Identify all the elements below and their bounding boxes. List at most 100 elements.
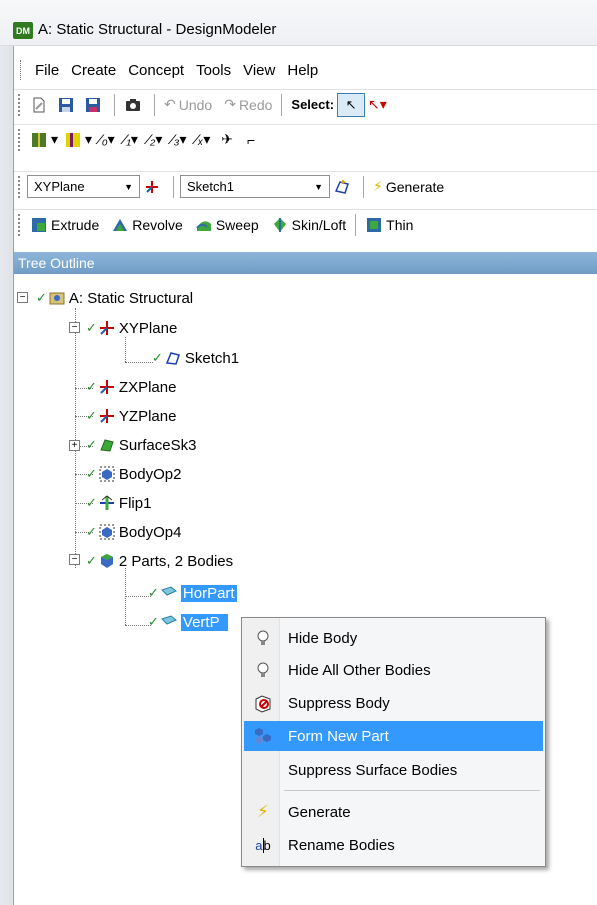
menu-item-hide-all-other-bodies[interactable]: Hide All Other Bodies xyxy=(244,655,543,685)
tree-node-parts-bodies[interactable]: ✓ 2 Parts, 2 Bodies xyxy=(86,548,233,574)
tree-connector xyxy=(125,362,153,363)
checkmark-icon: ✓ xyxy=(86,408,97,423)
menu-grip[interactable] xyxy=(20,60,23,80)
menu-view[interactable]: View xyxy=(237,62,281,79)
menu-item-generate[interactable]: ⚡ Generate xyxy=(244,797,543,827)
plane-sketch-toolbar: XYPlane ▼ Sketch1 ▼ ⚡ Generate xyxy=(14,171,597,201)
generate-button[interactable]: ⚡ Generate xyxy=(370,175,447,199)
menu-concept[interactable]: Concept xyxy=(122,62,190,79)
extended-tool-dropdown[interactable]: ⁄ₓ▾ xyxy=(191,128,215,152)
new-plane-button[interactable] xyxy=(140,175,167,199)
extrude-label: Extrude xyxy=(51,216,100,233)
toolbar-grip[interactable] xyxy=(18,93,21,116)
save-button[interactable] xyxy=(54,93,81,117)
rename-icon: ab xyxy=(255,837,271,853)
menu-help[interactable]: Help xyxy=(281,62,324,79)
menu-file[interactable]: File xyxy=(29,62,65,79)
tree-node-label: BodyOp4 xyxy=(118,523,182,541)
line-tool-dropdown[interactable]: ⁄₁▾ xyxy=(119,128,143,152)
menu-item-hide-body[interactable]: Hide Body xyxy=(244,623,543,653)
window-titlebar[interactable]: DM A: Static Structural - DesignModeler xyxy=(0,0,597,46)
window-title: A: Static Structural - DesignModeler xyxy=(38,21,277,38)
chevron-down-icon: ▼ xyxy=(124,181,133,192)
select-filter-dropdown[interactable]: ↖▾ xyxy=(365,93,390,117)
plane-icon xyxy=(99,321,114,335)
plane-axes-icon xyxy=(146,180,158,193)
save-icon xyxy=(59,97,73,112)
select-mode-button[interactable]: ↖ xyxy=(337,92,366,117)
checkmark-icon: ✓ xyxy=(152,350,163,365)
extrude-button[interactable]: Extrude xyxy=(27,213,102,237)
menu-item-suppress-surface-bodies[interactable]: Suppress Surface Bodies xyxy=(244,755,543,785)
tree-node-xyplane[interactable]: ✓ XYPlane xyxy=(86,315,177,341)
thin-surface-button[interactable]: Thin xyxy=(362,213,416,237)
collapse-toggle[interactable]: − xyxy=(69,554,80,565)
menu-create[interactable]: Create xyxy=(65,62,122,79)
surface-body-icon xyxy=(160,586,177,596)
body-operation-icon xyxy=(99,524,115,540)
face-tool-dropdown[interactable]: ⁄₃▾ xyxy=(167,128,191,152)
tree-node-label: 2 Parts, 2 Bodies xyxy=(118,552,234,570)
menu-item-suppress-body[interactable]: Suppress Body xyxy=(244,688,543,718)
tree-node-zxplane[interactable]: ✓ ZXPlane xyxy=(86,374,176,400)
undo-label: Undo xyxy=(178,96,213,113)
toolbar-separator xyxy=(173,175,174,198)
point-tool-dropdown[interactable]: ⁄₀▾ xyxy=(95,128,119,152)
undo-button[interactable]: ↶ Undo xyxy=(161,93,215,117)
screenshot-button[interactable] xyxy=(121,93,148,117)
pin-tool-button[interactable]: ✈ xyxy=(215,128,239,152)
tree-node-surfacesk3[interactable]: ✓ SurfaceSk3 xyxy=(86,432,196,458)
skin-loft-label: Skin/Loft xyxy=(291,216,347,233)
tree-node-yzplane[interactable]: ✓ YZPlane xyxy=(86,403,176,429)
checkmark-icon: ✓ xyxy=(86,524,97,539)
active-plane-dropdown[interactable]: XYPlane ▼ xyxy=(27,175,140,198)
toolbar-separator xyxy=(114,93,115,116)
menu-tools[interactable]: Tools xyxy=(190,62,237,79)
tree-node-bodyop4[interactable]: ✓ BodyOp4 xyxy=(86,519,181,545)
sweep-button[interactable]: Sweep xyxy=(192,213,262,237)
tree-connector xyxy=(75,308,76,568)
skin-loft-icon xyxy=(273,217,286,232)
checkmark-icon: ✓ xyxy=(86,379,97,394)
menu-item-label: Form New Part xyxy=(288,727,389,745)
new-button[interactable] xyxy=(27,93,54,117)
collapse-toggle[interactable]: − xyxy=(69,322,80,333)
tree-node-horpart[interactable]: ✓ HorPart xyxy=(148,580,237,606)
tree-node-label: A: Static Structural xyxy=(68,289,194,307)
tree-node-label: VertP xyxy=(180,613,228,631)
tree-node-flip1[interactable]: ✓ Flip1 xyxy=(86,490,151,516)
sweep-icon xyxy=(196,220,211,231)
normal-view-button[interactable]: ⌐ xyxy=(239,128,263,152)
select-cursor-icon: ↖ xyxy=(345,96,357,112)
face-mode-dropdown[interactable]: ▾ xyxy=(61,128,95,152)
active-sketch-value: Sketch1 xyxy=(187,179,234,194)
active-sketch-dropdown[interactable]: Sketch1 ▼ xyxy=(180,175,330,198)
toolbar-grip[interactable] xyxy=(18,213,21,236)
save-as-button[interactable] xyxy=(81,93,108,117)
redo-button[interactable]: ↷ Redo xyxy=(215,93,275,117)
display-mode-dropdown[interactable]: ▾ xyxy=(27,128,61,152)
checkmark-icon: ✓ xyxy=(148,585,159,600)
edge-tool-dropdown[interactable]: ⁄₂▾ xyxy=(143,128,167,152)
menu-item-form-new-part[interactable]: Form New Part xyxy=(244,721,543,751)
collapse-toggle[interactable]: − xyxy=(17,292,28,303)
toolbar-grip[interactable] xyxy=(18,128,21,151)
menu-item-label: Suppress Surface Bodies xyxy=(288,761,458,779)
menu-item-rename-bodies[interactable]: ab Rename Bodies xyxy=(244,830,543,860)
expand-toggle[interactable]: + xyxy=(69,440,80,451)
new-sketch-button[interactable] xyxy=(330,175,357,199)
revolve-button[interactable]: Revolve xyxy=(108,213,186,237)
tree-node-sketch1[interactable]: ✓ Sketch1 xyxy=(152,345,239,371)
skin-loft-button[interactable]: Skin/Loft xyxy=(268,213,349,237)
tree-node-vertpart[interactable]: ✓ VertP xyxy=(148,609,228,635)
checkmark-icon: ✓ xyxy=(36,290,47,305)
select-filter-icon: ↖▾ xyxy=(368,96,387,112)
tree-node-root[interactable]: ✓ A: Static Structural xyxy=(36,285,193,311)
menu-item-label: Suppress Body xyxy=(288,694,390,712)
menu-bar: File Create Concept Tools View Help xyxy=(14,57,597,83)
toolbar-grip[interactable] xyxy=(18,175,21,198)
surface-sketch-icon xyxy=(100,439,114,452)
tree-node-bodyop2[interactable]: ✓ BodyOp2 xyxy=(86,461,181,487)
save-as-icon xyxy=(86,97,100,112)
thin-surface-icon xyxy=(367,217,382,232)
